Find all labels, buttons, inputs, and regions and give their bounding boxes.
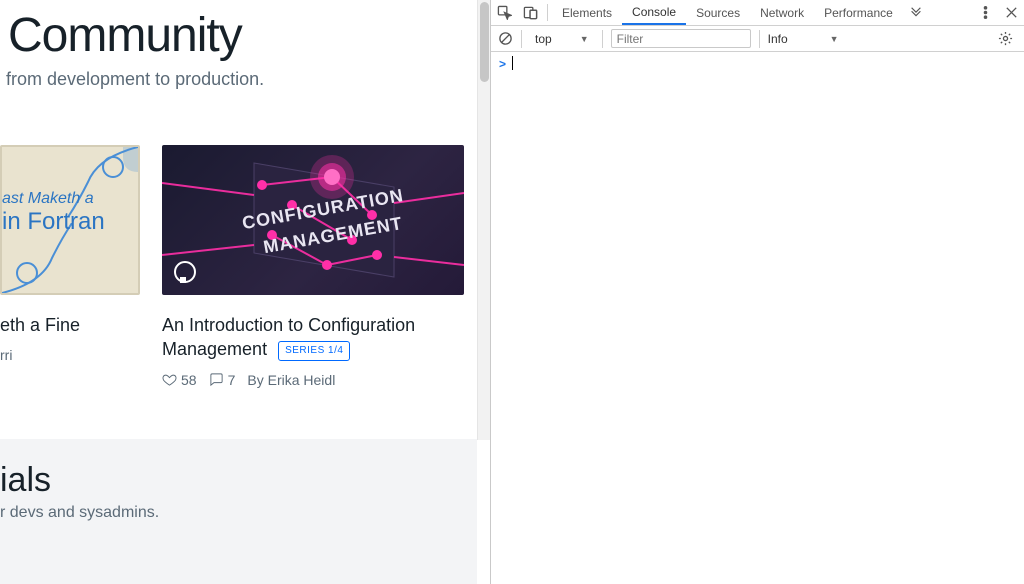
console-prompt-icon: > bbox=[499, 57, 506, 71]
tutorials-heading: ials bbox=[0, 461, 477, 500]
console-filter[interactable] bbox=[611, 29, 751, 48]
devtools-tabbar: Elements Console Sources Network Perform… bbox=[491, 0, 1024, 26]
comments[interactable]: 7 bbox=[209, 372, 236, 388]
more-tabs-icon[interactable] bbox=[903, 0, 929, 25]
tab-elements[interactable]: Elements bbox=[552, 0, 622, 25]
devtools-tabs: Elements Console Sources Network Perform… bbox=[552, 0, 903, 25]
tab-sources[interactable]: Sources bbox=[686, 0, 750, 25]
card-meta: 58 7 By Erika Heidl bbox=[162, 372, 464, 388]
clear-console-icon[interactable] bbox=[497, 31, 513, 47]
card-title: eth a Fine bbox=[0, 313, 140, 337]
card-author: rri bbox=[0, 347, 12, 363]
page-title: Community bbox=[0, 0, 490, 63]
card-row: ast Maketh a in Fortran eth a Fine rri bbox=[0, 145, 490, 388]
scrollbar[interactable] bbox=[477, 0, 490, 440]
likes[interactable]: 58 bbox=[162, 372, 197, 388]
tab-network[interactable]: Network bbox=[750, 0, 814, 25]
tutorial-card[interactable]: ast Maketh a in Fortran eth a Fine rri bbox=[0, 145, 140, 388]
tutorials-subtitle: r devs and sysadmins. bbox=[0, 504, 477, 522]
card-meta: rri bbox=[0, 347, 140, 363]
devtools-pane: Elements Console Sources Network Perform… bbox=[490, 0, 1024, 584]
config-network-icon: CONFIGURATION MANAGEMENT bbox=[162, 145, 464, 295]
scrollbar-thumb[interactable] bbox=[480, 2, 489, 82]
card-thumbnail-config: CONFIGURATION MANAGEMENT bbox=[162, 145, 464, 295]
context-selector[interactable]: top▼ bbox=[530, 30, 594, 48]
comment-icon bbox=[209, 372, 224, 387]
log-level-selector[interactable]: Info▼ bbox=[768, 32, 839, 46]
filter-input[interactable] bbox=[611, 29, 751, 48]
kebab-menu-icon[interactable] bbox=[972, 0, 998, 25]
digitalocean-logo-icon bbox=[174, 261, 196, 283]
chevron-down-icon: ▼ bbox=[830, 34, 839, 44]
series-badge: SERIES 1/4 bbox=[278, 341, 350, 361]
hero: Community from development to production… bbox=[0, 0, 490, 90]
thumbnail-text: ast Maketh a in Fortran bbox=[2, 189, 105, 237]
tutorial-card[interactable]: CONFIGURATION MANAGEMENT An Introduction… bbox=[162, 145, 464, 388]
device-toolbar-icon[interactable] bbox=[517, 0, 543, 25]
card-title: An Introduction to Configuration Managem… bbox=[162, 313, 464, 362]
text-cursor bbox=[512, 56, 513, 70]
tab-console[interactable]: Console bbox=[622, 0, 686, 25]
console-output[interactable]: > bbox=[491, 52, 1024, 584]
card-author: By Erika Heidl bbox=[247, 372, 335, 388]
webpage-pane: Community from development to production… bbox=[0, 0, 490, 584]
close-devtools-icon[interactable] bbox=[998, 0, 1024, 25]
card-thumbnail-fortran: ast Maketh a in Fortran bbox=[0, 145, 140, 295]
heart-icon bbox=[162, 372, 177, 387]
page-subtitle: from development to production. bbox=[0, 63, 490, 90]
inspect-element-icon[interactable] bbox=[491, 0, 517, 25]
console-settings-icon[interactable] bbox=[992, 31, 1018, 46]
console-toolbar: top▼ Info▼ bbox=[491, 26, 1024, 52]
tutorials-section: ials r devs and sysadmins. bbox=[0, 439, 477, 584]
tab-performance[interactable]: Performance bbox=[814, 0, 903, 25]
chevron-down-icon: ▼ bbox=[580, 34, 589, 44]
